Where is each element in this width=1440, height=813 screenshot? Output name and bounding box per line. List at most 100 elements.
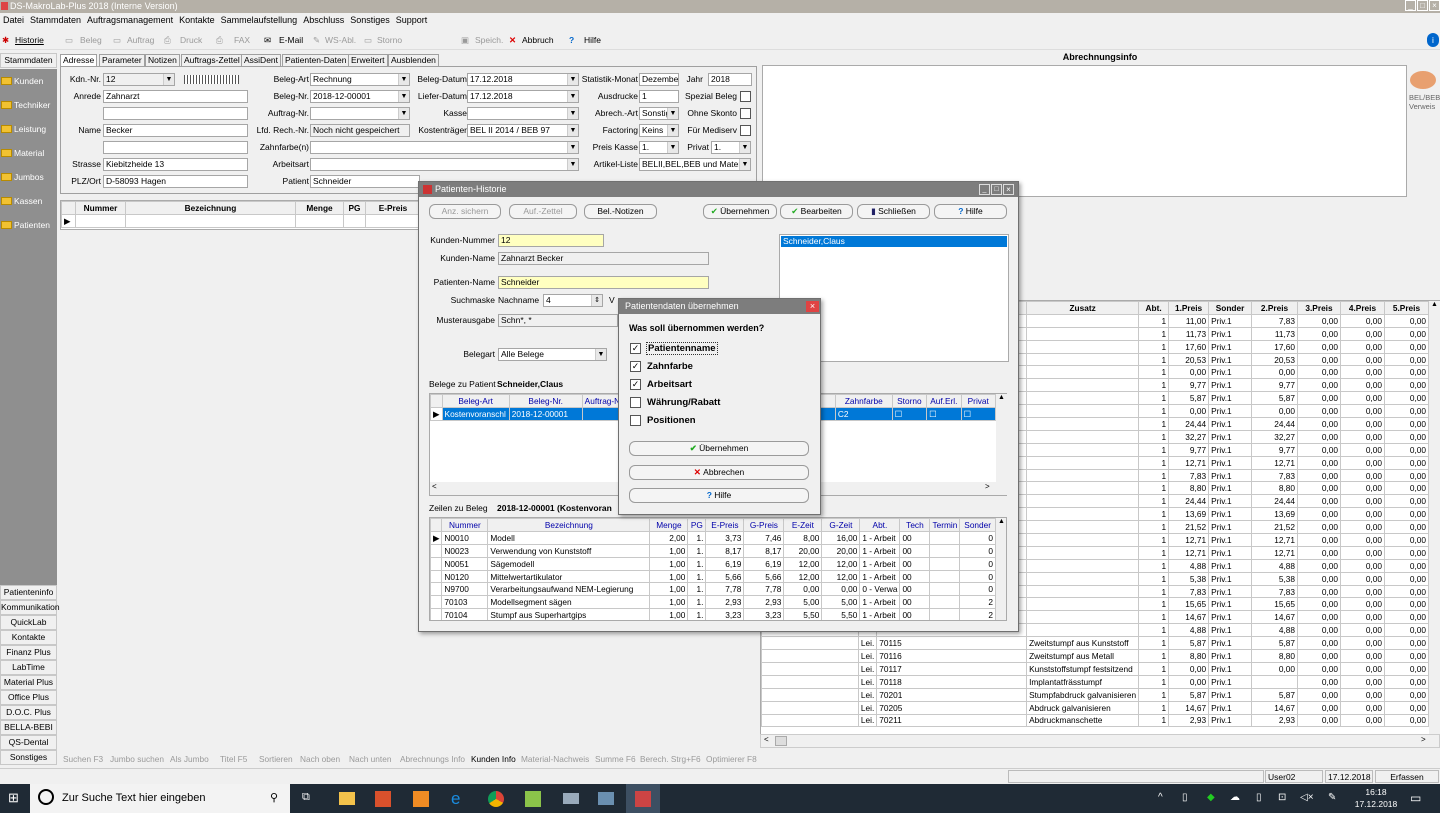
option-waehrung[interactable]: Währung/Rabatt xyxy=(647,397,720,408)
tab-parameter[interactable]: Parameter xyxy=(99,54,145,66)
table-row[interactable]: Lei. 70116 Zweitstumpf aus Metall 1 8,80 Priv… xyxy=(761,649,1430,663)
hilfe-button[interactable]: Hilfe xyxy=(584,33,601,47)
col-auferl[interactable]: Auf.Erl. xyxy=(926,394,962,408)
kundennr-field[interactable]: 12 xyxy=(498,234,604,247)
sidebar-item-patienten[interactable]: Patienten xyxy=(0,215,57,237)
belegart-filter-select[interactable]: Alle Belege ▼ xyxy=(498,348,607,361)
col-z-gzeit[interactable]: G-Zeit xyxy=(821,518,861,532)
table-row[interactable]: 70104 Stumpf aus Superhartgips 1,00 1. 3,23 3… xyxy=(430,608,996,620)
col-nummer[interactable]: Nummer xyxy=(75,201,126,215)
artikelliste-select[interactable]: BELII,BEL,BEB und Materi ▼ xyxy=(639,158,751,171)
col-menge[interactable]: Menge xyxy=(295,201,344,215)
col-z-gpreis[interactable]: G-Preis xyxy=(743,518,785,532)
dialog-cancel-button[interactable]: ✕ Abbrechen xyxy=(629,465,809,480)
belegnr-select[interactable]: 2018-12-00001 ▼ xyxy=(310,90,410,103)
hint-als-jumbo[interactable]: Als Jumbo xyxy=(170,754,209,764)
sidebar-btn-sonstiges[interactable]: Sonstiges xyxy=(0,750,57,765)
microphone-icon[interactable]: ⚲ xyxy=(270,791,278,804)
tab-auftrags-zettel[interactable]: Auftrags-Zettel xyxy=(181,54,243,66)
option-patientenname[interactable]: Patientenname xyxy=(646,342,718,355)
name2-field[interactable] xyxy=(103,141,248,154)
sidebar-btn-kommunikation[interactable]: Kommunikation xyxy=(0,600,60,615)
table-row[interactable]: N0023 Verwendung von Kunststoff 1,00 1. 8,17… xyxy=(430,543,996,558)
windows-start-icon[interactable]: ⊞ xyxy=(8,791,19,805)
notes-icon[interactable] xyxy=(525,791,541,807)
col-1preis[interactable]: 1.Preis xyxy=(1168,301,1210,315)
sidebar-btn-labtime[interactable]: LabTime xyxy=(0,660,57,675)
sidebar-item-jumbos[interactable]: Jumbos xyxy=(0,167,57,189)
hint-jumbo-suchen[interactable]: Jumbo suchen xyxy=(110,754,164,764)
menu-stammdaten[interactable]: Stammdaten xyxy=(27,13,84,28)
table-row[interactable]: Lei. 70118 Implantatfrässtumpf 1 0,00 Priv.1 0… xyxy=(761,674,1430,689)
hint-summe[interactable]: Summe F6 xyxy=(595,754,636,764)
fax-button[interactable]: FAX xyxy=(234,33,250,47)
sidebar-btn-finanz-plus[interactable]: Finanz Plus xyxy=(0,645,57,660)
grid-hscroll[interactable]: < > xyxy=(760,734,1440,748)
sidebar-btn-qs-dental[interactable]: QS-Dental xyxy=(0,735,57,750)
col-belegart[interactable]: Beleg-Art xyxy=(441,394,510,408)
hint-titel[interactable]: Titel F5 xyxy=(220,754,247,764)
email-button[interactable]: E-Mail xyxy=(279,33,303,47)
sidebar-item-leistung[interactable]: Leistung xyxy=(0,119,57,141)
bel-beb-icon[interactable] xyxy=(1410,71,1436,89)
checkbox-patientenname[interactable]: ✓ xyxy=(630,343,641,354)
jahr-field[interactable]: 2018 xyxy=(708,73,752,86)
checkbox-positionen[interactable] xyxy=(630,415,641,426)
name-field[interactable]: Becker xyxy=(103,124,248,137)
powerpoint-icon[interactable] xyxy=(375,791,391,807)
belegart-select[interactable]: Rechnung ▼ xyxy=(310,73,410,86)
table-row[interactable]: N0051 Sägemodell 1,00 1. 6,19 6,19 12,00 12,00 1… xyxy=(430,556,996,571)
belege-vscroll[interactable]: ▲ xyxy=(996,394,1007,495)
col-z-tech[interactable]: Tech xyxy=(899,518,931,532)
menu-sammelaufstellung[interactable]: Sammelaufstellung xyxy=(218,13,301,28)
speich-button[interactable]: Speich. xyxy=(475,33,503,47)
arrow-right-icon[interactable]: > xyxy=(1421,735,1426,744)
sidebar-item-kunden[interactable]: Kunden xyxy=(0,71,57,93)
col-storno[interactable]: Storno xyxy=(891,394,928,408)
hint-kunden-info[interactable]: Kunden Info xyxy=(471,754,516,764)
factoring-select[interactable]: Keins ▼ xyxy=(639,124,679,137)
patient-field[interactable]: Schneider xyxy=(310,175,420,188)
sidebar-btn-material-plus[interactable]: Material Plus xyxy=(0,675,57,690)
option-arbeitsart[interactable]: Arbeitsart xyxy=(647,379,692,390)
tab-assident[interactable]: AssiDent xyxy=(241,54,282,66)
schliessen-button[interactable]: ▮ Schließen xyxy=(857,204,930,219)
tab-notizen[interactable]: Notizen xyxy=(145,54,180,66)
file-explorer-icon[interactable] xyxy=(339,792,355,805)
col-privat[interactable]: Privat xyxy=(960,394,997,408)
statistik-field[interactable]: Dezember xyxy=(639,73,679,86)
sidebar-btn-patienteninfo[interactable]: Patienteninfo xyxy=(0,585,57,600)
maximize-button[interactable]: □ xyxy=(991,184,1002,195)
col-z-pg[interactable]: PG xyxy=(687,518,707,532)
col-2preis[interactable]: 2.Preis xyxy=(1251,301,1299,315)
lieferdatum-field[interactable]: 17.12.2018 ▼ xyxy=(467,90,579,103)
col-z-sonder[interactable]: Sonder xyxy=(959,518,996,532)
bel-notizen-button[interactable]: Bel.-Notizen xyxy=(584,204,657,219)
task-view-icon[interactable]: ⧉ xyxy=(302,791,310,804)
sidebar-btn-quicklab[interactable]: QuickLab xyxy=(0,615,57,630)
sidebar-btn-doc-plus[interactable]: D.O.C. Plus xyxy=(0,705,57,720)
col-z-termin[interactable]: Termin xyxy=(929,518,961,532)
abrechart-select[interactable]: Sonstig ▼ xyxy=(639,107,679,120)
kdnr-field[interactable]: 12 ▼ xyxy=(103,73,175,86)
menu-abschluss[interactable]: Abschluss xyxy=(300,13,347,28)
ilab-icon[interactable] xyxy=(413,791,429,807)
col-zusatz[interactable]: Zusatz xyxy=(1026,301,1140,315)
table-row[interactable]: Lei. 70211 Abdruckmanschette 1 2,93 Priv.1 2,9… xyxy=(761,713,1430,728)
patname-field[interactable]: Schneider xyxy=(498,276,709,289)
tray-doc-icon[interactable]: ▯ xyxy=(1182,792,1188,803)
makrolab-task[interactable] xyxy=(626,784,660,813)
preiskasse-select[interactable]: 1. ▼ xyxy=(639,141,679,154)
auftragnr-select[interactable]: ▼ xyxy=(310,107,410,120)
main-grid[interactable]: Nummer Bezeichnung Menge PG E-Preis ▶ xyxy=(60,200,421,230)
storno-button[interactable]: Storno xyxy=(377,33,402,47)
auftrag-button[interactable]: Auftrag xyxy=(127,33,154,47)
ausdrucke-field[interactable]: 1 xyxy=(639,90,679,103)
edge-icon[interactable]: e xyxy=(451,789,460,809)
option-positionen[interactable]: Positionen xyxy=(647,415,696,426)
col-3preis[interactable]: 3.Preis xyxy=(1297,301,1341,315)
tray-network-icon[interactable]: ⊡ xyxy=(1278,792,1286,803)
historie-button[interactable]: Historie xyxy=(15,33,44,47)
tray-battery-icon[interactable]: ▯ xyxy=(1256,792,1262,803)
belegdatum-field[interactable]: 17.12.2018 ▼ xyxy=(467,73,579,86)
